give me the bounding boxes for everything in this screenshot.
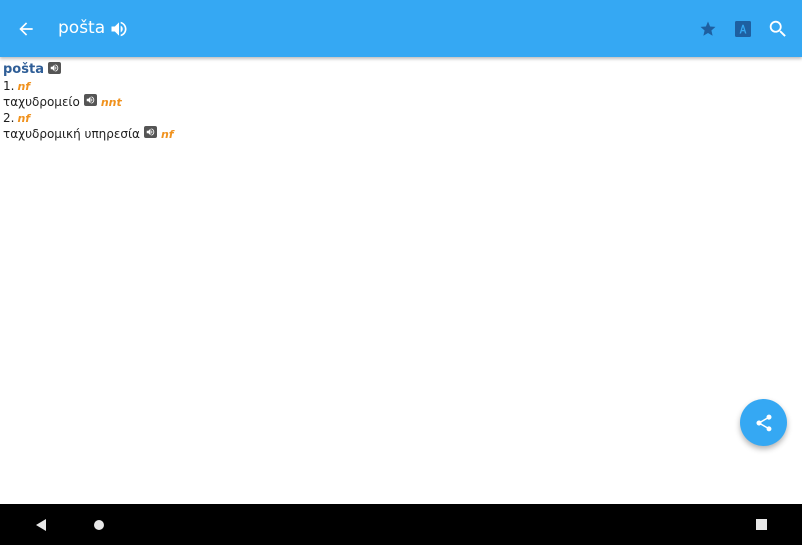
headword-line: pošta — [3, 60, 793, 79]
translation: ταχυδρομείο — [3, 95, 80, 109]
font-icon — [735, 20, 751, 37]
sense-number: 1. — [3, 79, 15, 93]
translation-line: ταχυδρομείο nnt — [3, 93, 793, 111]
app-window: pošta pošta 1. nf ταχυδρομείο nnt 2. nf … — [0, 0, 802, 545]
search-button[interactable] — [764, 0, 792, 57]
dictionary-entry: pošta 1. nf ταχυδρομείο nnt 2. nf ταχυδρομ… — [3, 60, 793, 143]
toolbar: pošta — [0, 0, 802, 57]
sense-number: 2. — [3, 111, 15, 125]
back-arrow-icon — [19, 21, 33, 36]
translation-part-of-speech: nf — [160, 127, 174, 141]
sense-number-line: 1. nf — [3, 79, 793, 93]
nav-back-button[interactable] — [28, 504, 54, 545]
nav-recents-icon — [755, 519, 767, 530]
share-icon — [756, 414, 771, 431]
pronounce-button[interactable] — [106, 0, 132, 57]
speaker-icon[interactable] — [83, 94, 97, 106]
nav-home-icon — [94, 519, 104, 530]
part-of-speech: nf — [17, 112, 31, 125]
translation-part-of-speech: nnt — [100, 95, 122, 109]
sense-number-line: 2. nf — [3, 111, 793, 125]
headword: pošta — [3, 62, 44, 77]
translation: ταχυδρομική υπηρεσία — [3, 127, 140, 141]
share-button[interactable] — [740, 399, 787, 446]
nav-back-icon — [36, 518, 46, 531]
search-icon — [769, 20, 786, 37]
speaker-icon[interactable] — [47, 61, 61, 74]
nav-home-button[interactable] — [88, 504, 110, 545]
part-of-speech: nf — [17, 80, 31, 93]
font-size-button[interactable] — [729, 0, 757, 57]
star-icon — [700, 21, 716, 36]
page-title: pošta — [58, 18, 106, 38]
translation-line: ταχυδρομική υπηρεσία nf — [3, 125, 793, 143]
back-button[interactable] — [8, 0, 44, 57]
system-nav-bar — [0, 504, 802, 545]
nav-recents-button[interactable] — [748, 504, 774, 545]
speaker-icon[interactable] — [143, 126, 157, 138]
speaker-icon — [111, 21, 127, 36]
favorite-button[interactable] — [694, 0, 722, 57]
